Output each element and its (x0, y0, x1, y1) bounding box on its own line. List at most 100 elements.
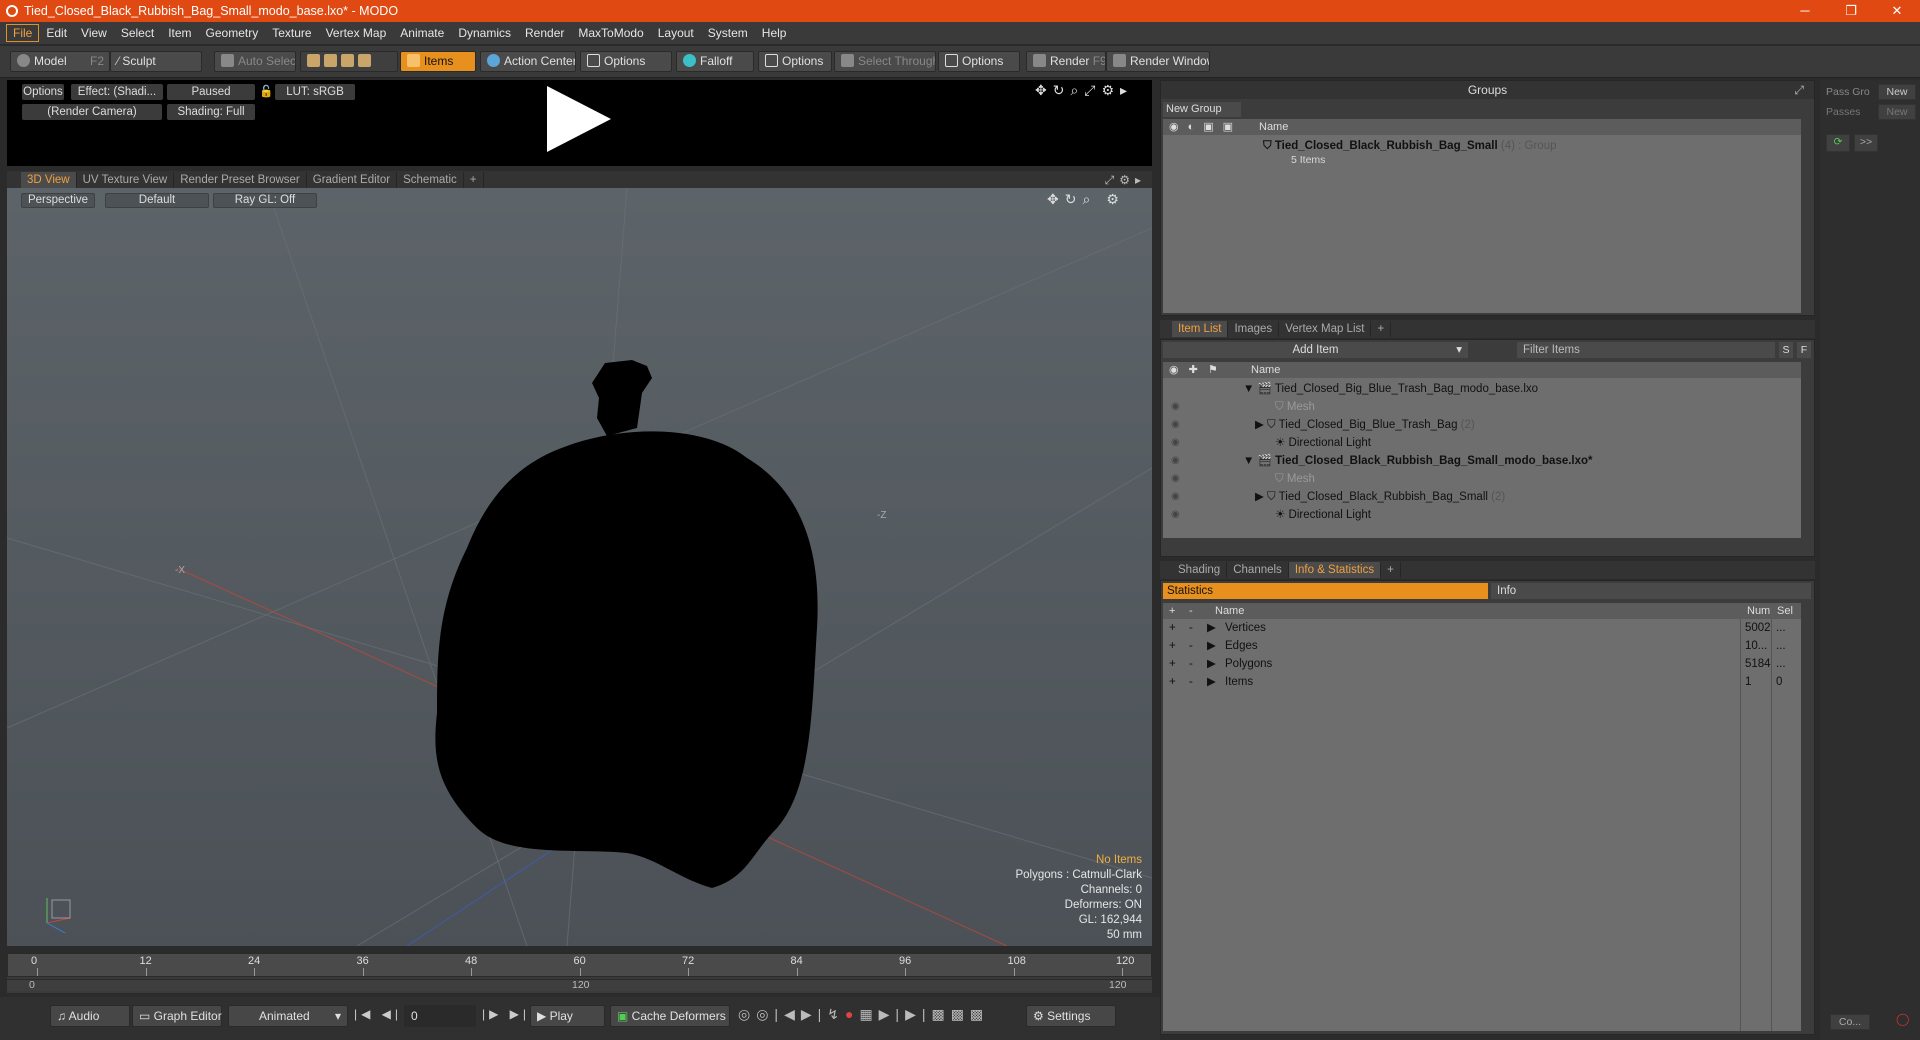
new-group-button[interactable]: New Group (1163, 102, 1241, 117)
add-tab-button[interactable]: + (1381, 562, 1401, 578)
collapse-minus[interactable]: - (1189, 637, 1193, 655)
select-through-button[interactable]: Select Through (834, 51, 936, 72)
3d-viewport[interactable]: -X -Z Perspective Default Ray GL: Off ✥↻… (7, 188, 1152, 946)
effect-dropdown[interactable]: Effect: (Shadi... (71, 84, 163, 100)
menu-file[interactable]: File (6, 24, 40, 42)
lut-dropdown[interactable]: LUT: sRGB (275, 84, 355, 100)
visibility-eye-icons[interactable]: ◉ ◉ ◉ ◉ ◉ ◉ ◉ (1171, 398, 1180, 524)
maximize-button[interactable]: ❐ (1828, 0, 1874, 22)
tab-schematic[interactable]: Schematic (397, 172, 464, 188)
refresh-icon[interactable]: ⟳ (1826, 134, 1850, 152)
tab-gradient-editor[interactable]: Gradient Editor (307, 172, 398, 188)
menu-dynamics[interactable]: Dynamics (451, 24, 518, 42)
default-shading-dropdown[interactable]: Default (105, 193, 209, 208)
render-camera-dropdown[interactable]: (Render Camera) (22, 104, 162, 120)
action-center-button[interactable]: Action Center (480, 51, 576, 72)
collapse-minus[interactable]: - (1189, 673, 1193, 691)
polygons-mode-icon[interactable] (341, 54, 354, 67)
stats-row-edges[interactable]: + - ▶ Edges 10...... (1163, 637, 1801, 655)
s-filter-button[interactable]: S (1779, 342, 1793, 358)
expand-plus[interactable]: + (1169, 637, 1176, 655)
skip-back-icons[interactable]: |◀ ◀| (354, 1007, 402, 1021)
viewport-expand-icons[interactable]: ⤢⚙▸ (1105, 173, 1146, 188)
close-button[interactable]: ✕ (1874, 0, 1920, 22)
key-tools-icons[interactable]: ◎◎|◀▶|↯●▦▶|▶|▩▩▩ (738, 1006, 989, 1023)
list-item[interactable]: ☀ Directional Light (1275, 434, 1371, 452)
select-options-button[interactable]: Options (938, 51, 1020, 72)
stats-row-vertices[interactable]: + - ▶ Vertices 5002... (1163, 619, 1801, 637)
tab-3d-view[interactable]: 3D View (21, 172, 77, 188)
list-item[interactable]: ▼ 🎬 Tied_Closed_Big_Blue_Trash_Bag_modo_… (1243, 380, 1538, 398)
f-filter-button[interactable]: F (1797, 342, 1811, 358)
add-item-button[interactable]: Add Item ▾ (1163, 342, 1468, 358)
menu-view[interactable]: View (74, 24, 114, 42)
list-item[interactable]: ⛉ Mesh (1275, 470, 1315, 488)
menu-texture[interactable]: Texture (265, 24, 318, 42)
groups-list[interactable]: ◉◐▣▣ Name ⛉ Tied_Closed_Black_Rubbish_Ba… (1163, 119, 1801, 313)
more-button[interactable]: >> (1854, 134, 1878, 152)
menu-animate[interactable]: Animate (393, 24, 451, 42)
edges-mode-icon[interactable] (324, 54, 337, 67)
expand-plus[interactable]: + (1169, 673, 1176, 691)
settings-button[interactable]: ⚙ Settings (1026, 1005, 1116, 1027)
viewport-nav-icons[interactable]: ✥↻⌕ ⚙ (1047, 191, 1125, 208)
items-mode-button[interactable]: Items (400, 51, 476, 72)
list-item[interactable]: ▼ 🎬 Tied_Closed_Black_Rubbish_Bag_Small_… (1243, 452, 1593, 470)
falloff-options-button[interactable]: Options (758, 51, 832, 72)
item-list[interactable]: ◉✚⚑ Name ▼ 🎬 Tied_Closed_Big_Blue_Trash_… (1163, 362, 1801, 538)
expand-icon[interactable]: ⤢ (1794, 83, 1804, 98)
timeline[interactable]: 0 12 24 36 48 60 72 84 96 108 120 0 120 120 (7, 953, 1152, 993)
tab-images[interactable]: Images (1228, 321, 1280, 337)
menu-render[interactable]: Render (518, 24, 571, 42)
animated-dropdown[interactable]: Animated ▾ (228, 1005, 348, 1027)
skip-forward-icons[interactable]: |▶ ▶| (482, 1007, 530, 1021)
graph-editor-button[interactable]: ▭ Graph Editor (132, 1005, 222, 1027)
tab-info-statistics[interactable]: Info & Statistics (1288, 562, 1382, 578)
new-pass-group-button[interactable]: New (1878, 84, 1916, 100)
preview-options-button[interactable]: Options (22, 84, 64, 100)
list-item[interactable]: ▶ ⛉ Tied_Closed_Black_Rubbish_Bag_Small … (1255, 488, 1505, 506)
list-item[interactable]: ☀ Directional Light (1275, 506, 1371, 524)
menu-select[interactable]: Select (114, 24, 161, 42)
stats-row-items[interactable]: + - ▶ Items 1 0 (1163, 673, 1801, 691)
menu-vertex-map[interactable]: Vertex Map (319, 24, 394, 42)
minimize-button[interactable]: ─ (1782, 0, 1828, 22)
tab-vertex-map-list[interactable]: Vertex Map List (1279, 321, 1372, 337)
record-circle-icon[interactable]: ◯ (1896, 1012, 1909, 1026)
play-preview-icon[interactable] (547, 86, 611, 152)
audio-button[interactable]: ♫ Audio (50, 1005, 130, 1027)
tab-render-preset-browser[interactable]: Render Preset Browser (174, 172, 307, 188)
menu-system[interactable]: System (701, 24, 755, 42)
tab-item-list[interactable]: Item List (1172, 321, 1229, 337)
expand-plus[interactable]: + (1169, 655, 1176, 673)
add-tab-button[interactable]: + (1371, 321, 1392, 337)
info-tab[interactable]: Info (1491, 583, 1811, 599)
falloff-button[interactable]: Falloff (676, 51, 754, 72)
tab-uv-texture-view[interactable]: UV Texture View (77, 172, 175, 188)
statistics-tab[interactable]: Statistics (1163, 583, 1488, 599)
collapse-minus[interactable]: - (1189, 619, 1193, 637)
new-pass-button[interactable]: New (1878, 104, 1916, 120)
sculpt-mode-button[interactable]: ⁄ Sculpt (110, 51, 202, 72)
statistics-list[interactable]: + - Name Num Sel + - ▶ Vertices 5002... + - ▶ E… (1163, 603, 1801, 1031)
render-button[interactable]: Render F9 (1026, 51, 1106, 72)
shading-dropdown[interactable]: Shading: Full (167, 104, 255, 120)
raygl-toggle[interactable]: Ray GL: Off (213, 193, 317, 208)
tab-shading[interactable]: Shading (1172, 562, 1228, 578)
filter-items-input[interactable]: Filter Items (1517, 342, 1775, 358)
model-mode-button[interactable]: Model F2 (10, 51, 110, 72)
auto-select-button[interactable]: Auto Select (214, 51, 296, 72)
collapse-minus[interactable]: - (1189, 655, 1193, 673)
vertices-mode-icon[interactable] (307, 54, 320, 67)
menu-geometry[interactable]: Geometry (199, 24, 266, 42)
play-button[interactable]: ▶ Play (530, 1005, 605, 1027)
add-tab-button[interactable]: + (464, 172, 484, 188)
co-button[interactable]: Co... (1830, 1014, 1870, 1030)
tab-channels[interactable]: Channels (1227, 562, 1289, 578)
lock-icon[interactable]: 🔓 (259, 84, 273, 100)
cache-deformers-button[interactable]: ▣ Cache Deformers (610, 1005, 730, 1027)
preview-nav-icons[interactable]: ✥↻⌕⤢⚙▸ (1035, 82, 1133, 99)
list-item[interactable]: ▶ ⛉ Tied_Closed_Big_Blue_Trash_Bag (2) (1255, 416, 1475, 434)
menu-layout[interactable]: Layout (651, 24, 701, 42)
current-frame-field[interactable]: 0 (404, 1005, 476, 1027)
